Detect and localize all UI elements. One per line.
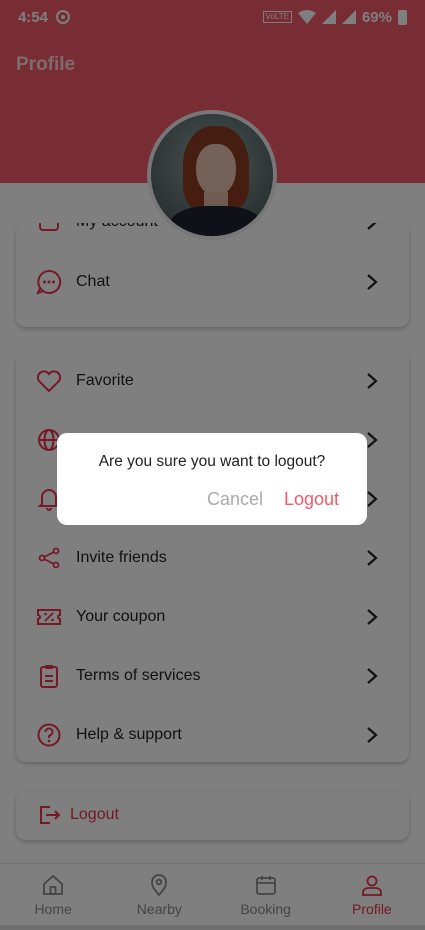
confirm-logout-button[interactable]: Logout [284,489,339,510]
logout-dialog: Are you sure you want to logout? Cancel … [57,433,367,525]
cancel-button[interactable]: Cancel [207,489,263,510]
dialog-message: Are you sure you want to logout? [98,453,326,470]
